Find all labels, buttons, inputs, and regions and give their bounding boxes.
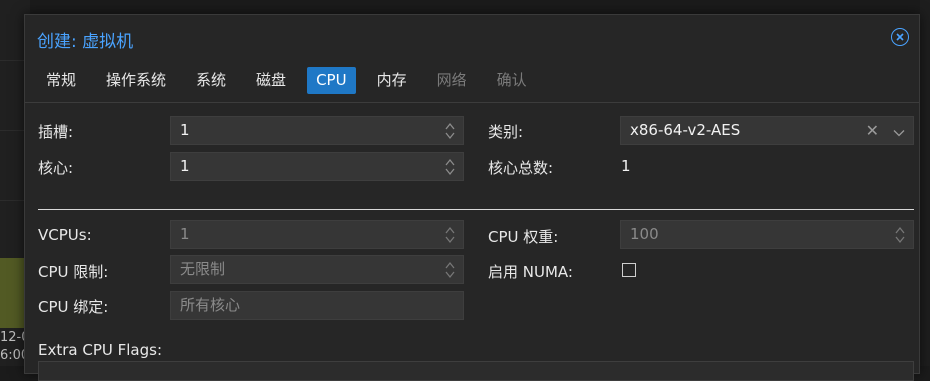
cpu-type-combo[interactable]: x86-64-v2-AES ✕ (620, 116, 914, 145)
spinner-icon[interactable] (445, 261, 455, 279)
spinner-icon[interactable] (895, 226, 905, 244)
tab-network: 网络 (436, 71, 467, 89)
numa-checkbox[interactable] (622, 263, 636, 277)
tab-cpu[interactable]: CPU (307, 67, 356, 94)
tab-confirm: 确认 (496, 71, 527, 89)
vcpus-field[interactable]: 1 (170, 220, 464, 249)
clear-icon[interactable]: ✕ (866, 121, 879, 140)
numa-label: 启用 NUMA: (488, 263, 573, 281)
tab-general[interactable]: 常规 (37, 67, 85, 94)
chevron-down-icon[interactable] (893, 124, 905, 137)
tab-memory[interactable]: 内存 (368, 67, 416, 94)
total-cores-label: 核心总数: (488, 159, 554, 177)
cpu-limit-field[interactable]: 无限制 (170, 255, 464, 284)
spinner-icon[interactable] (445, 226, 455, 244)
cpu-weight-field[interactable]: 100 (620, 220, 914, 249)
cores-value: 1 (180, 157, 190, 175)
tab-system[interactable]: 系统 (187, 67, 235, 94)
cpu-affinity-label: CPU 绑定: (38, 298, 109, 316)
cpu-affinity-field[interactable]: 所有核心 (170, 291, 464, 320)
tabs-divider (25, 102, 919, 103)
cpu-weight-label: CPU 权重: (488, 228, 559, 246)
spinner-icon[interactable] (445, 158, 455, 176)
background-chart-area (0, 258, 26, 328)
dialog-title: 创建: 虚拟机 (37, 32, 134, 52)
sockets-value: 1 (180, 121, 190, 139)
extra-cpu-flags-label: Extra CPU Flags: (38, 341, 163, 359)
extra-cpu-flags-grid[interactable] (38, 361, 914, 381)
spinner-icon[interactable] (445, 122, 455, 140)
tab-disks[interactable]: 磁盘 (247, 67, 295, 94)
cpu-type-value: x86-64-v2-AES (630, 121, 741, 139)
total-cores-value: 1 (621, 157, 631, 175)
cpu-limit-placeholder: 无限制 (180, 260, 226, 278)
wizard-tabs: 常规 操作系统 系统 磁盘 CPU 内存 网络 确认 (37, 67, 548, 95)
tab-os[interactable]: 操作系统 (97, 67, 175, 94)
cpu-limit-label: CPU 限制: (38, 263, 109, 281)
cpu-weight-placeholder: 100 (630, 225, 659, 243)
sockets-field[interactable]: 1 (170, 116, 464, 145)
sockets-label: 插槽: (38, 123, 74, 141)
cores-field[interactable]: 1 (170, 152, 464, 181)
cpu-affinity-placeholder: 所有核心 (180, 296, 241, 314)
advanced-divider (38, 209, 914, 210)
cores-label: 核心: (38, 159, 74, 177)
create-vm-dialog: 创建: 虚拟机 常规 操作系统 系统 磁盘 CPU 内存 网络 确认 插槽: 1… (24, 14, 920, 381)
close-icon[interactable] (891, 28, 909, 46)
vcpus-label: VCPUs: (38, 226, 92, 244)
vcpus-value: 1 (180, 225, 190, 243)
cpu-type-label: 类别: (488, 123, 524, 141)
background-panel (920, 0, 930, 366)
